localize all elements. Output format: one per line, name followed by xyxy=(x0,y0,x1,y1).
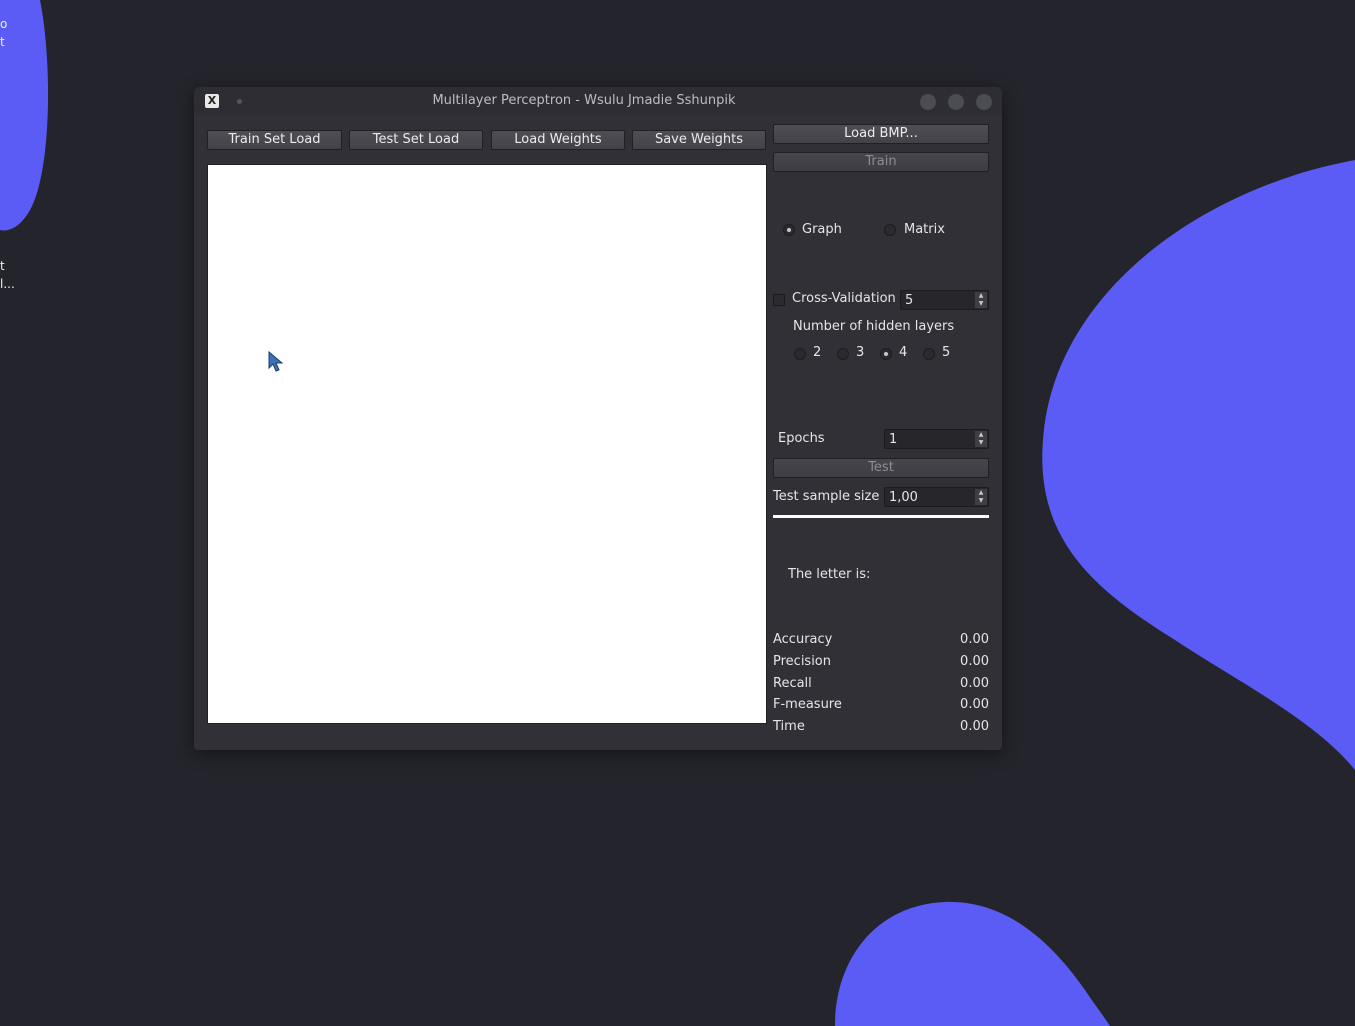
graph-radio[interactable] xyxy=(783,224,795,236)
window-title: Multilayer Perceptron - Wsulu Jmadie Ssh… xyxy=(432,93,736,108)
letter-result-label: The letter is: xyxy=(788,567,871,582)
mouse-cursor-icon xyxy=(268,351,284,372)
desktop-icon-label[interactable]: l... xyxy=(0,275,15,293)
test-sample-size-value: 1,00 xyxy=(889,490,918,505)
desktop-blob-bottom xyxy=(835,901,1110,1026)
cross-validation-label[interactable]: Cross-Validation xyxy=(792,291,896,306)
maximize-button[interactable] xyxy=(948,94,964,110)
epochs-spinbox[interactable]: 1 ▲ ▼ xyxy=(884,429,989,449)
cross-validation-value: 5 xyxy=(905,293,914,308)
matrix-label[interactable]: Matrix xyxy=(904,222,945,237)
time-value: 0.00 xyxy=(960,719,989,734)
hidden-layers-option-label[interactable]: 5 xyxy=(942,345,950,360)
matrix-radio[interactable] xyxy=(884,224,896,236)
desktop-blob-right xyxy=(1042,160,1355,770)
desktop-icon-label[interactable]: t xyxy=(0,257,5,275)
desktop-icon-label[interactable]: o xyxy=(0,15,7,33)
f-measure-value: 0.00 xyxy=(960,697,989,712)
time-label: Time xyxy=(773,719,805,734)
hidden-layers-radio-5[interactable] xyxy=(923,348,935,360)
spin-arrows-icon[interactable]: ▲ ▼ xyxy=(975,292,987,308)
title-bar[interactable]: X Multilayer Perceptron - Wsulu Jmadie S… xyxy=(194,87,1002,115)
minimize-button[interactable] xyxy=(920,94,936,110)
accuracy-value: 0.00 xyxy=(960,632,989,647)
recall-label: Recall xyxy=(773,676,812,691)
epochs-value: 1 xyxy=(889,432,898,447)
close-button[interactable] xyxy=(976,94,992,110)
graph-label[interactable]: Graph xyxy=(802,222,842,237)
hidden-layers-option-label[interactable]: 3 xyxy=(856,345,864,360)
load-weights-button[interactable]: Load Weights xyxy=(491,130,625,150)
hidden-layers-radio-3[interactable] xyxy=(837,348,849,360)
spin-arrows-icon[interactable]: ▲ ▼ xyxy=(975,431,987,447)
test-button[interactable]: Test xyxy=(773,458,989,478)
precision-label: Precision xyxy=(773,654,832,669)
train-button[interactable]: Train xyxy=(773,152,989,172)
recall-value: 0.00 xyxy=(960,676,989,691)
hidden-layers-option-label[interactable]: 2 xyxy=(813,345,821,360)
cross-validation-spinbox[interactable]: 5 ▲ ▼ xyxy=(900,290,989,310)
cross-validation-checkbox[interactable] xyxy=(773,294,785,306)
save-weights-button[interactable]: Save Weights xyxy=(632,130,766,150)
spin-arrows-icon[interactable]: ▲ ▼ xyxy=(975,489,987,505)
desktop-blob-left xyxy=(0,0,49,231)
epochs-label: Epochs xyxy=(778,431,825,446)
drawing-canvas[interactable] xyxy=(207,164,767,724)
progress-bar xyxy=(773,515,989,518)
f-measure-label: F-measure xyxy=(773,697,842,712)
desktop-icon-label[interactable]: t xyxy=(0,33,5,51)
load-bmp-button[interactable]: Load BMP... xyxy=(773,124,989,144)
precision-value: 0.00 xyxy=(960,654,989,669)
test-set-load-button[interactable]: Test Set Load xyxy=(349,130,483,150)
test-sample-size-spinbox[interactable]: 1,00 ▲ ▼ xyxy=(884,487,989,507)
app-window: X Multilayer Perceptron - Wsulu Jmadie S… xyxy=(194,87,1002,750)
hidden-layers-label: Number of hidden layers xyxy=(793,319,955,334)
hidden-layers-radio-2[interactable] xyxy=(794,348,806,360)
test-sample-size-label: Test sample size xyxy=(773,489,880,504)
train-set-load-button[interactable]: Train Set Load xyxy=(207,130,342,150)
accuracy-label: Accuracy xyxy=(773,632,833,647)
hidden-layers-option-label[interactable]: 4 xyxy=(899,345,907,360)
hidden-layers-radio-4[interactable] xyxy=(880,348,892,360)
